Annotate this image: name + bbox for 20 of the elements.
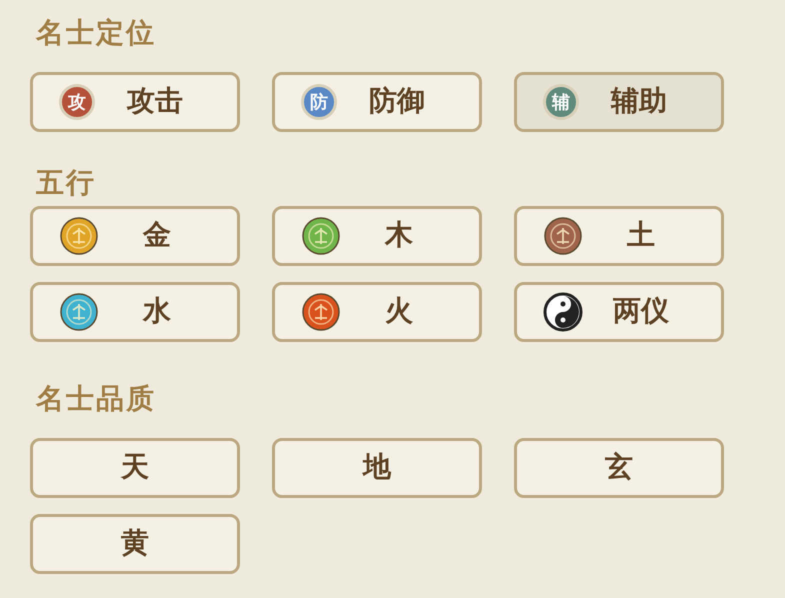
filter-option[interactable]: 玄 xyxy=(514,438,724,498)
filter-option[interactable]: 辅 辅助 xyxy=(514,72,724,132)
filter-option[interactable]: 防 防御 xyxy=(272,72,482,132)
filter-option[interactable]: 金 xyxy=(30,206,240,266)
filter-option[interactable]: 天 xyxy=(30,438,240,498)
role-badge: 防 xyxy=(301,84,337,120)
filter-option[interactable]: 地 xyxy=(272,438,482,498)
role-badge: 攻 xyxy=(59,84,95,120)
section-heading: 名士品质 xyxy=(36,383,156,417)
section-heading: 五行 xyxy=(36,167,96,201)
yin-yang-icon xyxy=(543,292,583,332)
filter-option[interactable]: 黄 xyxy=(30,514,240,574)
filter-option[interactable]: 攻 攻击 xyxy=(30,72,240,132)
role-badge: 辅 xyxy=(543,84,579,120)
filter-option[interactable]: 两仪 xyxy=(514,282,724,342)
filter-option[interactable]: 土 xyxy=(514,206,724,266)
filter-option[interactable]: 火 xyxy=(272,282,482,342)
filter-option[interactable]: 水 xyxy=(30,282,240,342)
section-heading: 名士定位 xyxy=(36,16,156,51)
filter-option[interactable]: 木 xyxy=(272,206,482,266)
